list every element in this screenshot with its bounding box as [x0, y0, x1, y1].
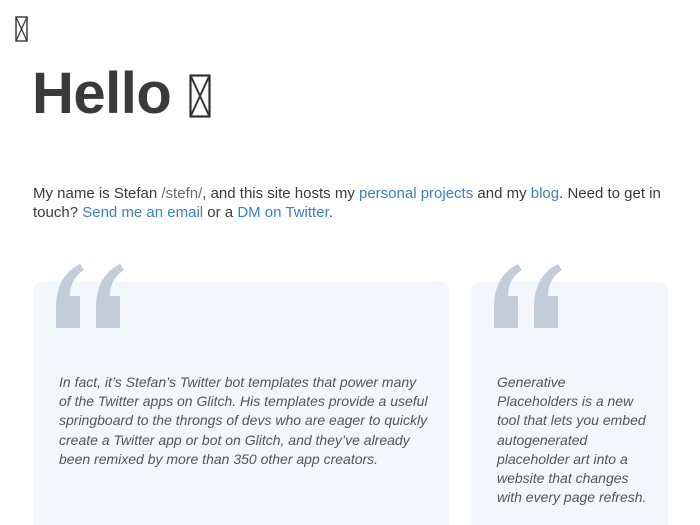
testimonial-card: Generative Placeholders is a new tool th…: [471, 264, 668, 525]
personal-projects-link[interactable]: personal projects: [359, 185, 473, 202]
blog-link[interactable]: blog: [531, 185, 559, 202]
quote-mark-icon: [488, 264, 568, 328]
missing-glyph-icon: [15, 16, 28, 42]
intro-text: .: [328, 204, 333, 221]
pronunciation: /stefn/: [161, 185, 203, 202]
wave-emoji-icon: [189, 74, 211, 118]
testimonial-card: In fact, it’s Stefan’s Twitter bot templ…: [33, 264, 449, 525]
intro-text: , and this site hosts my: [202, 185, 359, 202]
intro-text: My name is Stefan: [33, 185, 162, 202]
email-link[interactable]: Send me an email: [82, 204, 203, 221]
heading-text: Hello: [32, 61, 172, 126]
intro-text: and my: [473, 185, 531, 202]
page: Hello My name is Stefan /stefn/, and thi…: [0, 0, 700, 525]
intro-paragraph: My name is Stefan /stefn/, and this site…: [33, 184, 673, 222]
intro-text: or a: [203, 204, 238, 221]
testimonial-text: Generative Placeholders is a new tool th…: [497, 374, 647, 506]
quote-mark-icon: [50, 264, 130, 328]
testimonial-text: In fact, it’s Stefan’s Twitter bot templ…: [59, 374, 428, 467]
twitter-dm-link[interactable]: DM on Twitter: [237, 204, 328, 221]
page-title: Hello: [32, 58, 211, 130]
